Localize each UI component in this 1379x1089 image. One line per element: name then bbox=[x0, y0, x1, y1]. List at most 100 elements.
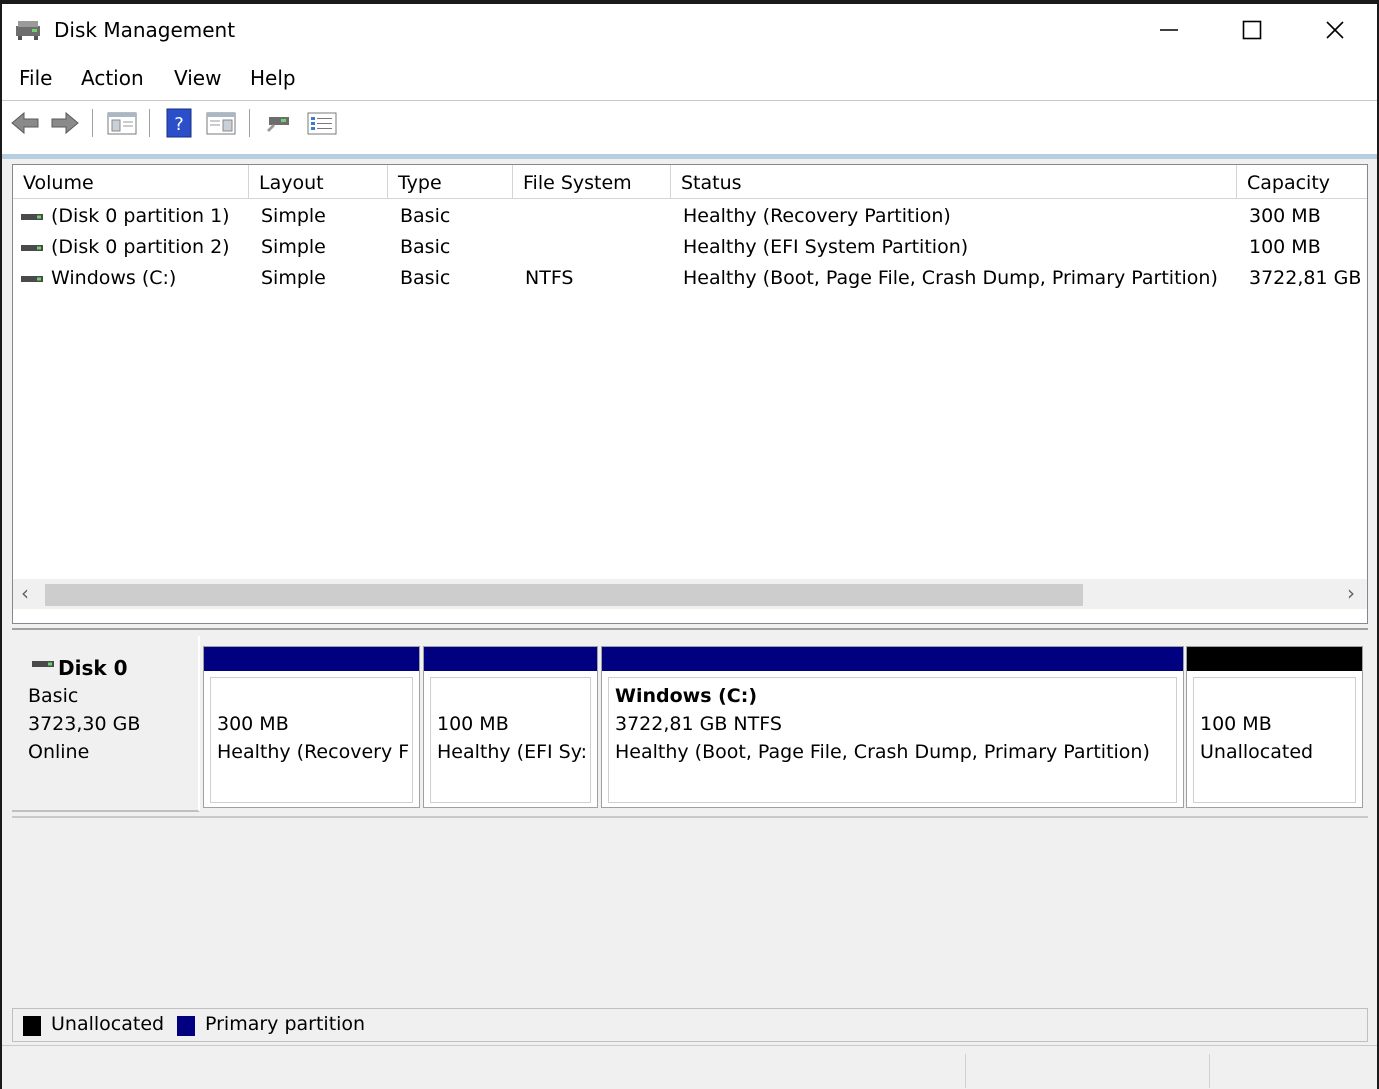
volume-layout: Simple bbox=[261, 205, 326, 227]
scroll-left-icon[interactable]: ‹ bbox=[21, 581, 29, 605]
scrollbar-thumb[interactable] bbox=[45, 584, 1083, 606]
legend-swatch-primary bbox=[177, 1016, 195, 1036]
menu-help[interactable]: Help bbox=[250, 66, 296, 90]
volume-status: Healthy (EFI System Partition) bbox=[683, 236, 969, 258]
close-icon bbox=[1326, 21, 1344, 39]
window-title: Disk Management bbox=[54, 18, 236, 42]
disk-name: Disk 0 bbox=[58, 656, 128, 680]
forward-button[interactable] bbox=[48, 107, 82, 139]
partition-info: 300 MB Healthy (Recovery F bbox=[210, 677, 413, 803]
volume-disk-icon bbox=[21, 245, 43, 251]
volume-row[interactable]: (Disk 0 partition 1) Simple Basic Health… bbox=[13, 201, 1367, 232]
rescan-disks-button[interactable] bbox=[261, 107, 295, 139]
legend-label-unallocated: Unallocated bbox=[51, 1013, 165, 1035]
disk-row-divider bbox=[12, 816, 1368, 818]
title-bar[interactable]: Disk Management bbox=[2, 4, 1377, 56]
column-header-file-system[interactable]: File System bbox=[513, 165, 671, 199]
properties-view-button[interactable] bbox=[204, 107, 238, 139]
partition-status: Unallocated bbox=[1200, 741, 1314, 763]
back-icon bbox=[11, 111, 39, 135]
volume-row[interactable]: Windows (C:) Simple Basic NTFS Healthy (… bbox=[13, 263, 1367, 294]
console-tree-button[interactable] bbox=[105, 107, 139, 139]
scroll-right-icon[interactable]: › bbox=[1347, 581, 1355, 605]
partition-size: 100 MB bbox=[437, 713, 509, 735]
partition-info: 100 MB Healthy (EFI Sy: bbox=[430, 677, 591, 803]
partition-band bbox=[1187, 647, 1362, 671]
disk-name-row: Disk 0 bbox=[28, 654, 198, 682]
partition-status: Healthy (Boot, Page File, Crash Dump, Pr… bbox=[615, 741, 1150, 763]
disk-management-app-icon bbox=[16, 21, 40, 40]
volume-disk-icon bbox=[21, 276, 43, 282]
toolbar-separator bbox=[249, 109, 250, 137]
partition-block[interactable]: 100 MB Healthy (EFI Sy: bbox=[423, 646, 598, 808]
column-header-volume[interactable]: Volume bbox=[13, 165, 249, 199]
menu-action[interactable]: Action bbox=[81, 66, 144, 90]
partition-block[interactable]: Windows (C:) 3722,81 GB NTFS Healthy (Bo… bbox=[601, 646, 1184, 808]
volume-capacity: 100 MB bbox=[1249, 236, 1321, 258]
maximize-button[interactable] bbox=[1212, 4, 1292, 56]
rescan-disks-icon bbox=[267, 117, 289, 132]
minimize-button[interactable] bbox=[1129, 4, 1209, 56]
help-button[interactable]: ? bbox=[162, 107, 196, 139]
volume-type: Basic bbox=[400, 205, 451, 227]
menu-file[interactable]: File bbox=[19, 66, 52, 90]
volume-name: (Disk 0 partition 2) bbox=[51, 236, 230, 258]
minimize-icon bbox=[1160, 29, 1178, 31]
volume-name: (Disk 0 partition 1) bbox=[51, 205, 230, 227]
disk-management-window: Disk Management File Action View Help ? bbox=[2, 4, 1377, 1089]
svg-text:?: ? bbox=[174, 114, 184, 135]
disk-icon bbox=[32, 661, 54, 667]
toolbar: ? bbox=[2, 101, 1377, 145]
partition-info: 100 MB Unallocated bbox=[1193, 677, 1356, 803]
disk-kind: Basic bbox=[28, 685, 79, 707]
volume-type: Basic bbox=[400, 267, 451, 289]
partition-band bbox=[424, 647, 597, 671]
status-separator bbox=[965, 1054, 966, 1088]
menu-view[interactable]: View bbox=[174, 66, 221, 90]
menu-bar: File Action View Help bbox=[2, 56, 1377, 101]
volume-status: Healthy (Recovery Partition) bbox=[683, 205, 951, 227]
maximize-icon bbox=[1242, 20, 1262, 40]
legend-swatch-unallocated bbox=[23, 1016, 41, 1036]
partition-block[interactable]: 300 MB Healthy (Recovery F bbox=[203, 646, 420, 808]
volume-list[interactable]: Volume Layout Type File System Status Ca… bbox=[12, 164, 1368, 624]
volume-layout: Simple bbox=[261, 267, 326, 289]
partition-band bbox=[204, 647, 419, 671]
partition-status: Healthy (Recovery F bbox=[217, 741, 410, 763]
back-button[interactable] bbox=[8, 107, 42, 139]
toolbar-separator bbox=[149, 109, 150, 137]
status-bar bbox=[2, 1045, 1377, 1089]
disk-graphical-view: Disk 0 Basic 3723,30 GB Online 300 MB He… bbox=[12, 628, 1368, 1041]
partition-size: 300 MB bbox=[217, 713, 289, 735]
close-button[interactable] bbox=[1295, 4, 1375, 56]
volume-row[interactable]: (Disk 0 partition 2) Simple Basic Health… bbox=[13, 232, 1367, 263]
forward-icon bbox=[51, 111, 79, 135]
column-header-layout[interactable]: Layout bbox=[249, 165, 388, 199]
legend: Unallocated Primary partition bbox=[12, 1008, 1368, 1042]
partition-band bbox=[602, 647, 1183, 671]
volume-capacity: 300 MB bbox=[1249, 205, 1321, 227]
volume-status: Healthy (Boot, Page File, Crash Dump, Pr… bbox=[683, 267, 1218, 289]
partition-size: 3722,81 GB NTFS bbox=[615, 713, 782, 735]
console-tree-icon bbox=[107, 112, 137, 135]
volume-type: Basic bbox=[400, 236, 451, 258]
properties-view-icon bbox=[206, 112, 236, 135]
column-header-status[interactable]: Status bbox=[671, 165, 1237, 199]
status-separator bbox=[1209, 1054, 1210, 1088]
list-view-button[interactable] bbox=[305, 107, 339, 139]
disk-size: 3723,30 GB bbox=[28, 713, 141, 735]
partition-info: Windows (C:) 3722,81 GB NTFS Healthy (Bo… bbox=[608, 677, 1177, 803]
help-icon: ? bbox=[166, 108, 192, 138]
disk-0-label[interactable]: Disk 0 Basic 3723,30 GB Online bbox=[12, 636, 200, 812]
partition-block[interactable]: 100 MB Unallocated bbox=[1186, 646, 1363, 808]
volume-file-system: NTFS bbox=[525, 267, 574, 289]
list-view-icon bbox=[307, 112, 337, 135]
column-header-capacity[interactable]: Capacity bbox=[1237, 165, 1367, 199]
toolbar-separator bbox=[92, 109, 93, 137]
horizontal-scrollbar[interactable]: ‹ › bbox=[13, 579, 1367, 609]
partition-size: 100 MB bbox=[1200, 713, 1272, 735]
volume-disk-icon bbox=[21, 214, 43, 220]
column-header-type[interactable]: Type bbox=[388, 165, 513, 199]
volume-name: Windows (C:) bbox=[51, 267, 177, 289]
disk-state: Online bbox=[28, 741, 90, 763]
